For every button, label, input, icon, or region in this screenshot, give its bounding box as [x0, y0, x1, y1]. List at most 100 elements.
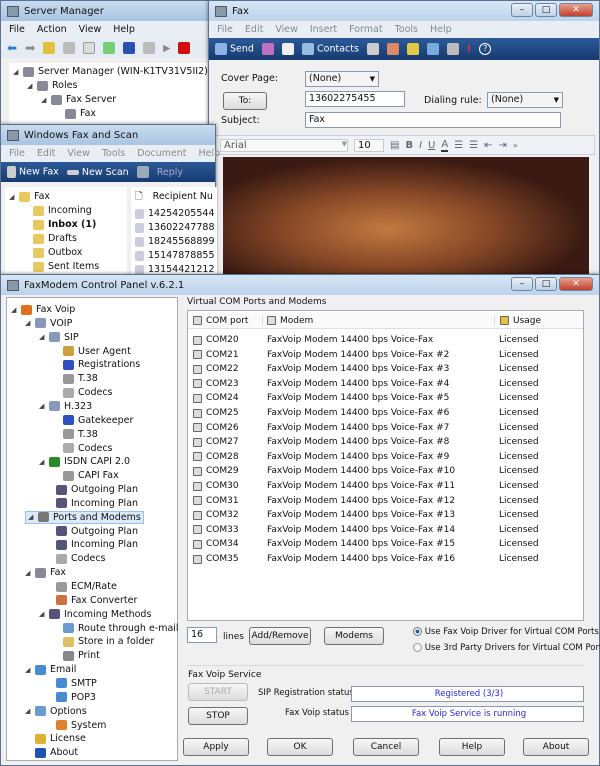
italic-button[interactable]: I [419, 140, 422, 151]
tree-item[interactable]: ◢ Options [25, 705, 87, 718]
fax-titlebar[interactable]: Fax – □ ✕ [209, 1, 599, 21]
dialing-rule-select[interactable]: (None) ▼ [487, 92, 563, 108]
tree-item[interactable]: ◢ Server Manager (WIN-K1TV31V5II2) [13, 65, 208, 78]
new-scan-button[interactable]: New Scan [66, 167, 129, 178]
control-panel-titlebar[interactable]: FaxModem Control Panel v.6.2.1 – □ ✕ [1, 275, 599, 295]
tree-item[interactable]: ◢ SIP [39, 331, 79, 344]
list-item[interactable]: 15147878855 [135, 249, 215, 262]
tree-item[interactable]: ◢ Roles [27, 79, 77, 92]
cover-page-icon[interactable] [261, 43, 274, 55]
tree-item[interactable]: Outbox [23, 246, 82, 259]
minimize-button[interactable]: – [511, 277, 533, 291]
help-icon[interactable] [123, 42, 136, 54]
table-row[interactable]: COM34 FaxVoip Modem 14400 bps Voice-Fax #… [188, 537, 583, 551]
tree-item[interactable]: POP3 [46, 691, 96, 704]
to-field[interactable]: 13602275455 [305, 91, 405, 107]
cover-page-select[interactable]: (None) ▼ [305, 71, 379, 87]
menu-item-format[interactable]: Format [349, 24, 382, 35]
list-item[interactable]: 18245568899 [135, 235, 215, 248]
close-button[interactable]: ✕ [559, 3, 593, 17]
expand-icon[interactable]: ◢ [25, 569, 33, 577]
expand-icon[interactable]: ◢ [39, 402, 47, 410]
back-icon[interactable]: ⬅ [7, 41, 17, 55]
table-row[interactable]: COM29 FaxVoip Modem 14400 bps Voice-Fax #… [188, 464, 583, 478]
table-row[interactable]: COM31 FaxVoip Modem 14400 bps Voice-Fax #… [188, 494, 583, 508]
tree-item[interactable]: Fax [55, 107, 96, 120]
new-fax-button[interactable]: New Fax [7, 166, 59, 178]
fax-scan-titlebar[interactable]: Windows Fax and Scan [1, 125, 215, 145]
help-icon[interactable]: ? [479, 43, 492, 55]
view-icon[interactable] [143, 42, 156, 54]
subject-field[interactable]: Fax [305, 112, 561, 128]
tree-item[interactable]: About [25, 746, 78, 759]
scan-icon[interactable] [446, 43, 459, 55]
expand-icon[interactable]: ◢ [11, 306, 19, 314]
list-item[interactable]: 13602247788 [135, 221, 215, 234]
cancel-button[interactable]: Cancel [353, 738, 419, 756]
font-select[interactable]: Arial ▼ [220, 138, 348, 152]
play-icon[interactable]: ▶ [163, 43, 170, 54]
menu-item-edit[interactable]: Edit [245, 24, 263, 35]
expand-icon[interactable]: ◢ [28, 513, 36, 521]
tree-item[interactable]: Route through e-mail [53, 622, 179, 635]
increase-indent-icon[interactable]: ⇥ [499, 140, 507, 151]
radio-3rd-party-driver[interactable]: Use 3rd Party Drivers for Virtual COM Po… [413, 643, 600, 653]
picture-icon[interactable] [426, 43, 439, 55]
list-item[interactable]: 14254205544 [135, 207, 215, 220]
properties-icon[interactable] [83, 42, 96, 54]
tree-item[interactable]: Incoming Plan [46, 538, 138, 551]
table-row[interactable]: COM32 FaxVoip Modem 14400 bps Voice-Fax #… [188, 508, 583, 522]
table-row[interactable]: COM33 FaxVoip Modem 14400 bps Voice-Fax #… [188, 523, 583, 537]
maximize-button[interactable]: □ [535, 277, 557, 291]
document-icon[interactable] [281, 43, 294, 55]
apply-button[interactable]: Apply [183, 738, 249, 756]
tree-item[interactable]: ◢ Fax [25, 566, 66, 579]
table-row[interactable]: COM35 FaxVoip Modem 14400 bps Voice-Fax #… [188, 552, 583, 566]
tree-item[interactable]: Codecs [53, 442, 113, 455]
tree-item[interactable]: Outgoing Plan [46, 483, 138, 496]
menu-item-tools[interactable]: Tools [102, 148, 125, 159]
tree-item[interactable]: Incoming [23, 204, 92, 217]
tree-item[interactable]: ◢ VOIP [25, 317, 72, 330]
tree-item[interactable]: ◢ Fax Server [41, 93, 116, 106]
tree-item[interactable]: ◢ Incoming Methods [39, 608, 151, 621]
stop-button[interactable]: STOP [188, 707, 248, 725]
tree-item[interactable]: Print [53, 649, 100, 662]
expand-icon[interactable]: ◢ [25, 319, 33, 327]
fax-body-image[interactable] [223, 157, 589, 277]
help-button[interactable]: Help [439, 738, 505, 756]
bold-button[interactable]: B [405, 140, 413, 151]
tree-item[interactable]: ◢ Fax [9, 190, 50, 203]
column-header[interactable]: 🗋 Recipient Nu [135, 190, 213, 203]
tree-item[interactable]: Drafts [23, 232, 77, 245]
column-modem[interactable]: Modem [262, 315, 494, 326]
menu-item-document[interactable]: Document [137, 148, 186, 159]
stop-icon[interactable] [178, 42, 191, 54]
tree-item[interactable]: User Agent [53, 345, 131, 358]
maximize-button[interactable]: □ [535, 3, 557, 17]
tree-item[interactable]: Sent Items [23, 260, 99, 273]
table-row[interactable]: COM22 FaxVoip Modem 14400 bps Voice-Fax #… [188, 362, 583, 376]
tree-item[interactable]: T.38 [53, 372, 98, 385]
view-icon[interactable] [136, 166, 149, 178]
menu-item-view[interactable]: View [67, 148, 90, 159]
expand-icon[interactable]: ◢ [41, 96, 49, 104]
send-button[interactable]: Send [215, 43, 254, 55]
to-button[interactable]: To: [223, 92, 267, 110]
tree-item[interactable]: Registrations [53, 358, 140, 371]
tree-item[interactable]: ◢ Fax Voip [11, 303, 75, 316]
tree-item[interactable]: ◢ Ports and Modems [25, 510, 144, 524]
numbered-list-icon[interactable]: ☰ [454, 140, 463, 151]
tree-item[interactable]: ◢ ISDN CAPI 2.0 [39, 455, 130, 468]
menu-item-view[interactable]: View [79, 24, 102, 35]
tree-item[interactable]: CAPI Fax [53, 469, 119, 482]
menu-item-help[interactable]: Help [198, 148, 220, 159]
attach-icon[interactable] [406, 43, 419, 55]
table-row[interactable]: COM27 FaxVoip Modem 14400 bps Voice-Fax #… [188, 435, 583, 449]
start-button[interactable]: START [188, 683, 248, 701]
modems-button[interactable]: Modems [324, 627, 384, 645]
console-icon[interactable] [63, 42, 76, 54]
menu-item-file[interactable]: File [9, 148, 25, 159]
export-icon[interactable] [103, 42, 116, 54]
expand-icon[interactable]: ◢ [39, 458, 47, 466]
